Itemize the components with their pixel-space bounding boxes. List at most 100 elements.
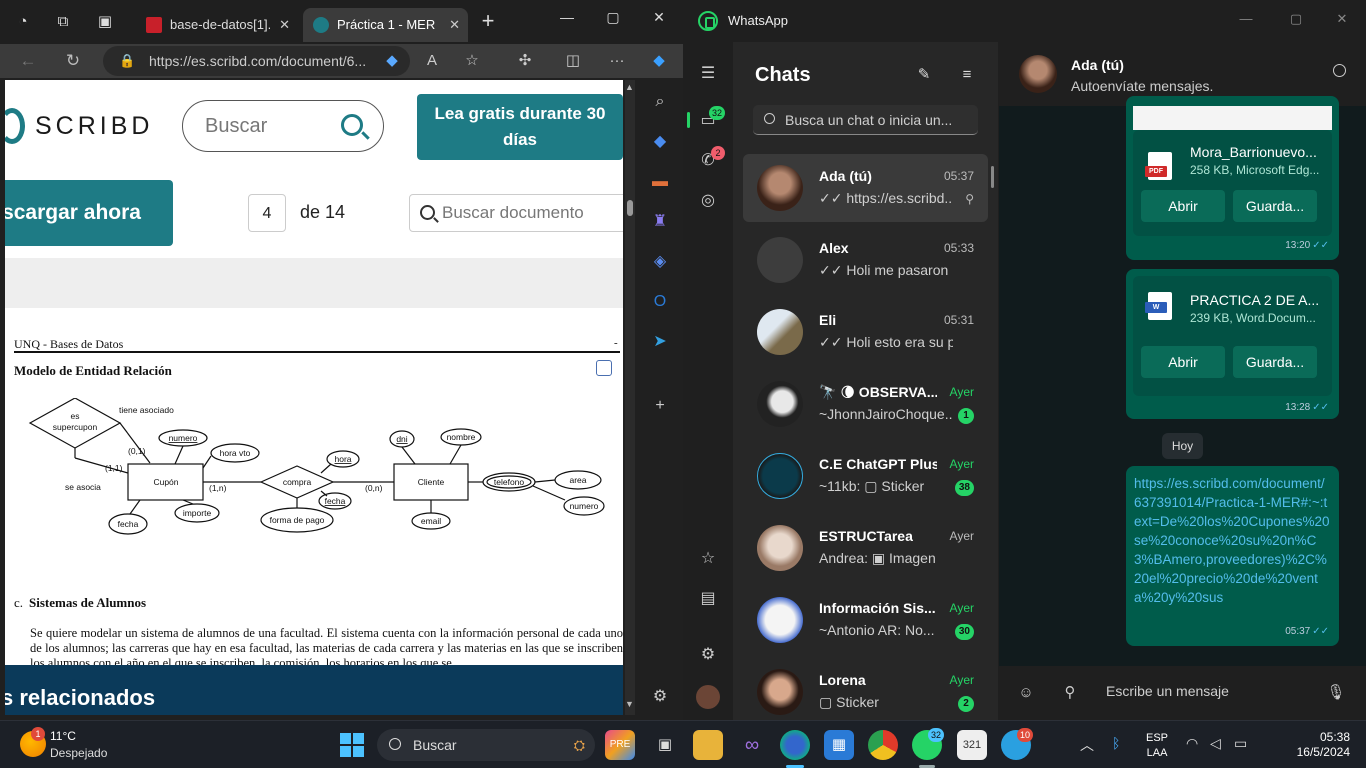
scroll-down-icon[interactable]: ▼ — [625, 699, 634, 709]
search-icon[interactable] — [1333, 64, 1346, 77]
task-view-icon[interactable]: ▣ — [650, 730, 680, 760]
close-icon[interactable]: ✕ — [449, 8, 460, 42]
back-icon[interactable]: ← — [16, 49, 40, 73]
visual-search-icon[interactable] — [596, 360, 612, 376]
taskbar-search[interactable]: Buscar ⛭ — [377, 729, 595, 761]
scrollbar-thumb[interactable] — [627, 200, 633, 216]
weather-condition[interactable]: Despejado — [50, 746, 107, 760]
chat-item-informacion[interactable]: Información Sis... Ayer ~Antonio AR: No.… — [743, 586, 988, 654]
copilot-taskbar-icon[interactable]: PRE — [605, 730, 635, 760]
document-page: UNQ - Bases de Datos - Modelo de Entidad… — [5, 308, 623, 670]
chat-item-estructarea[interactable]: ESTRUCTarea Ayer Andrea: ▣ Imagen — [743, 514, 988, 582]
download-button[interactable]: scargar ahora — [5, 180, 173, 246]
extensions-icon[interactable]: ✣ — [513, 49, 537, 73]
chat-item-eli[interactable]: Eli 05:31 ✓✓ Holi esto era su p... — [743, 298, 988, 366]
search-icon[interactable]: ⌕ — [648, 90, 672, 114]
games-icon[interactable]: ♜ — [648, 210, 672, 234]
close-icon[interactable]: ✕ — [279, 8, 290, 42]
workspaces-icon[interactable]: ⧉ — [51, 10, 75, 34]
tab-pdf[interactable]: base-de-datos[1].p ✕ — [136, 8, 298, 42]
visual-studio-icon[interactable]: ∞ — [737, 730, 767, 760]
more-icon[interactable]: ··· — [605, 49, 629, 73]
calendar-app-icon[interactable]: 321 — [957, 730, 987, 760]
filter-icon[interactable]: ≡ — [956, 64, 978, 86]
shopping-tag-icon[interactable]: ◆ — [648, 130, 672, 154]
language-indicator[interactable]: ESP LAA — [1146, 731, 1168, 761]
read-aloud-icon[interactable]: A — [420, 49, 444, 73]
page-scrollbar[interactable] — [625, 80, 635, 715]
scribd-logo[interactable]: SCRIBD — [35, 112, 153, 141]
time-text: 13:20 — [1285, 240, 1311, 251]
coupon-icon[interactable]: ◆ — [380, 49, 404, 73]
menu-icon[interactable]: ☰ — [696, 62, 720, 86]
settings-icon[interactable]: ⚙ — [696, 643, 720, 667]
status-icon[interactable]: ◎ — [696, 189, 720, 213]
favorite-icon[interactable]: ☆ — [460, 49, 484, 73]
chat-item-observa[interactable]: 🔭 🌘 OBSERVA... Ayer ~JhonnJairoChoque...… — [743, 370, 988, 438]
sidebar-settings-icon[interactable]: ⚙ — [648, 685, 672, 709]
open-button[interactable]: Abrir — [1141, 190, 1225, 222]
chrome-icon[interactable] — [868, 730, 898, 760]
wifi-icon[interactable]: ◠ — [1186, 735, 1198, 752]
document-search-input[interactable]: Buscar documento — [409, 194, 623, 232]
site-search-input[interactable]: Buscar — [182, 100, 384, 152]
message-input[interactable]: Escribe un mensaje — [1106, 683, 1229, 699]
chat-list-scrollbar[interactable] — [991, 166, 994, 188]
volume-icon[interactable]: ◁ — [1210, 735, 1221, 752]
document-file[interactable]: W PRACTICA 2 DE A... 239 KB, Word.Docum.… — [1133, 276, 1332, 348]
read-ticks-icon: ✓✓ — [1312, 402, 1329, 413]
battery-icon[interactable]: ▭ — [1234, 735, 1247, 752]
free-trial-button[interactable]: Lea gratis durante 30 días — [417, 94, 623, 160]
temperature[interactable]: 11°C — [50, 729, 76, 743]
chat-item-ada[interactable]: Ada (tú) 05:37 ✓✓ https://es.scribd.... … — [743, 154, 988, 222]
chat-item-alex[interactable]: Alex 05:33 ✓✓ Holi me pasaron — [743, 226, 988, 294]
page-number-input[interactable]: 4 — [248, 194, 286, 232]
scroll-up-icon[interactable]: ▲ — [625, 82, 634, 92]
message-link[interactable]: https://es.scribd.com/document/637391014… — [1134, 474, 1332, 607]
emoji-icon[interactable]: ☺ — [1016, 683, 1036, 703]
minimize-icon[interactable]: — — [1236, 9, 1256, 29]
edge-icon[interactable] — [780, 730, 810, 760]
system-clock[interactable]: 05:38 16/5/2024 — [1284, 730, 1350, 760]
show-hidden-icons[interactable]: ︿ — [1080, 735, 1094, 755]
telegram-icon[interactable]: ➤ — [648, 330, 672, 354]
file-explorer-icon[interactable] — [693, 730, 723, 760]
save-button[interactable]: Guarda... — [1233, 190, 1317, 222]
save-button[interactable]: Guarda... — [1233, 346, 1317, 378]
profile-avatar[interactable] — [696, 685, 720, 709]
chat-search-input[interactable]: Busca un chat o inicia un... — [753, 105, 978, 135]
maximize-icon[interactable]: ▢ — [598, 6, 628, 28]
address-bar[interactable]: 🔒 https://es.scribd.com/document/6... — [103, 46, 410, 76]
tab-actions-icon[interactable]: ▣ — [93, 10, 117, 34]
scribd-logo-icon[interactable] — [5, 108, 25, 144]
copilot-icon[interactable]: ◆ — [647, 49, 671, 73]
tab-scribd[interactable]: Práctica 1 - MER | P ✕ — [303, 8, 468, 42]
microphone-icon[interactable]: 🎙 — [1326, 683, 1346, 703]
avatar — [757, 669, 803, 715]
close-window-icon[interactable]: ✕ — [644, 6, 674, 28]
open-button[interactable]: Abrir — [1141, 346, 1225, 378]
new-chat-icon[interactable]: ✎ — [913, 64, 935, 86]
start-button[interactable] — [340, 733, 364, 757]
search-icon[interactable] — [341, 114, 363, 136]
avatar[interactable] — [1019, 55, 1057, 93]
chat-item-chatgpt[interactable]: C.E ChatGPT Plus Ayer ~11kb: ▢ Sticker 3… — [743, 442, 988, 510]
copilot-app-icon[interactable]: ◈ — [648, 250, 672, 274]
chat-item-lorena[interactable]: Lorena Ayer ▢ Sticker 2 — [743, 658, 988, 726]
new-tab-button[interactable]: + — [476, 10, 500, 34]
attach-icon[interactable]: ⚲ — [1060, 683, 1080, 703]
doc-rule — [14, 351, 620, 353]
add-sidebar-app-icon[interactable]: + — [648, 394, 672, 418]
maximize-icon[interactable]: ▢ — [1286, 9, 1306, 29]
profile-icon[interactable]: ◔ — [11, 10, 35, 34]
minimize-icon[interactable]: — — [552, 6, 582, 28]
starred-icon[interactable]: ☆ — [696, 547, 720, 571]
bluetooth-icon[interactable]: ᛒ — [1112, 735, 1120, 751]
store-icon[interactable]: ▦ — [824, 730, 854, 760]
split-screen-icon[interactable]: ◫ — [561, 49, 585, 73]
tools-icon[interactable]: ▬ — [648, 170, 672, 194]
archived-icon[interactable]: ▤ — [696, 587, 720, 611]
outlook-icon[interactable]: O — [648, 290, 672, 314]
close-window-icon[interactable]: ✕ — [1332, 9, 1352, 29]
refresh-icon[interactable]: ↻ — [61, 49, 85, 73]
